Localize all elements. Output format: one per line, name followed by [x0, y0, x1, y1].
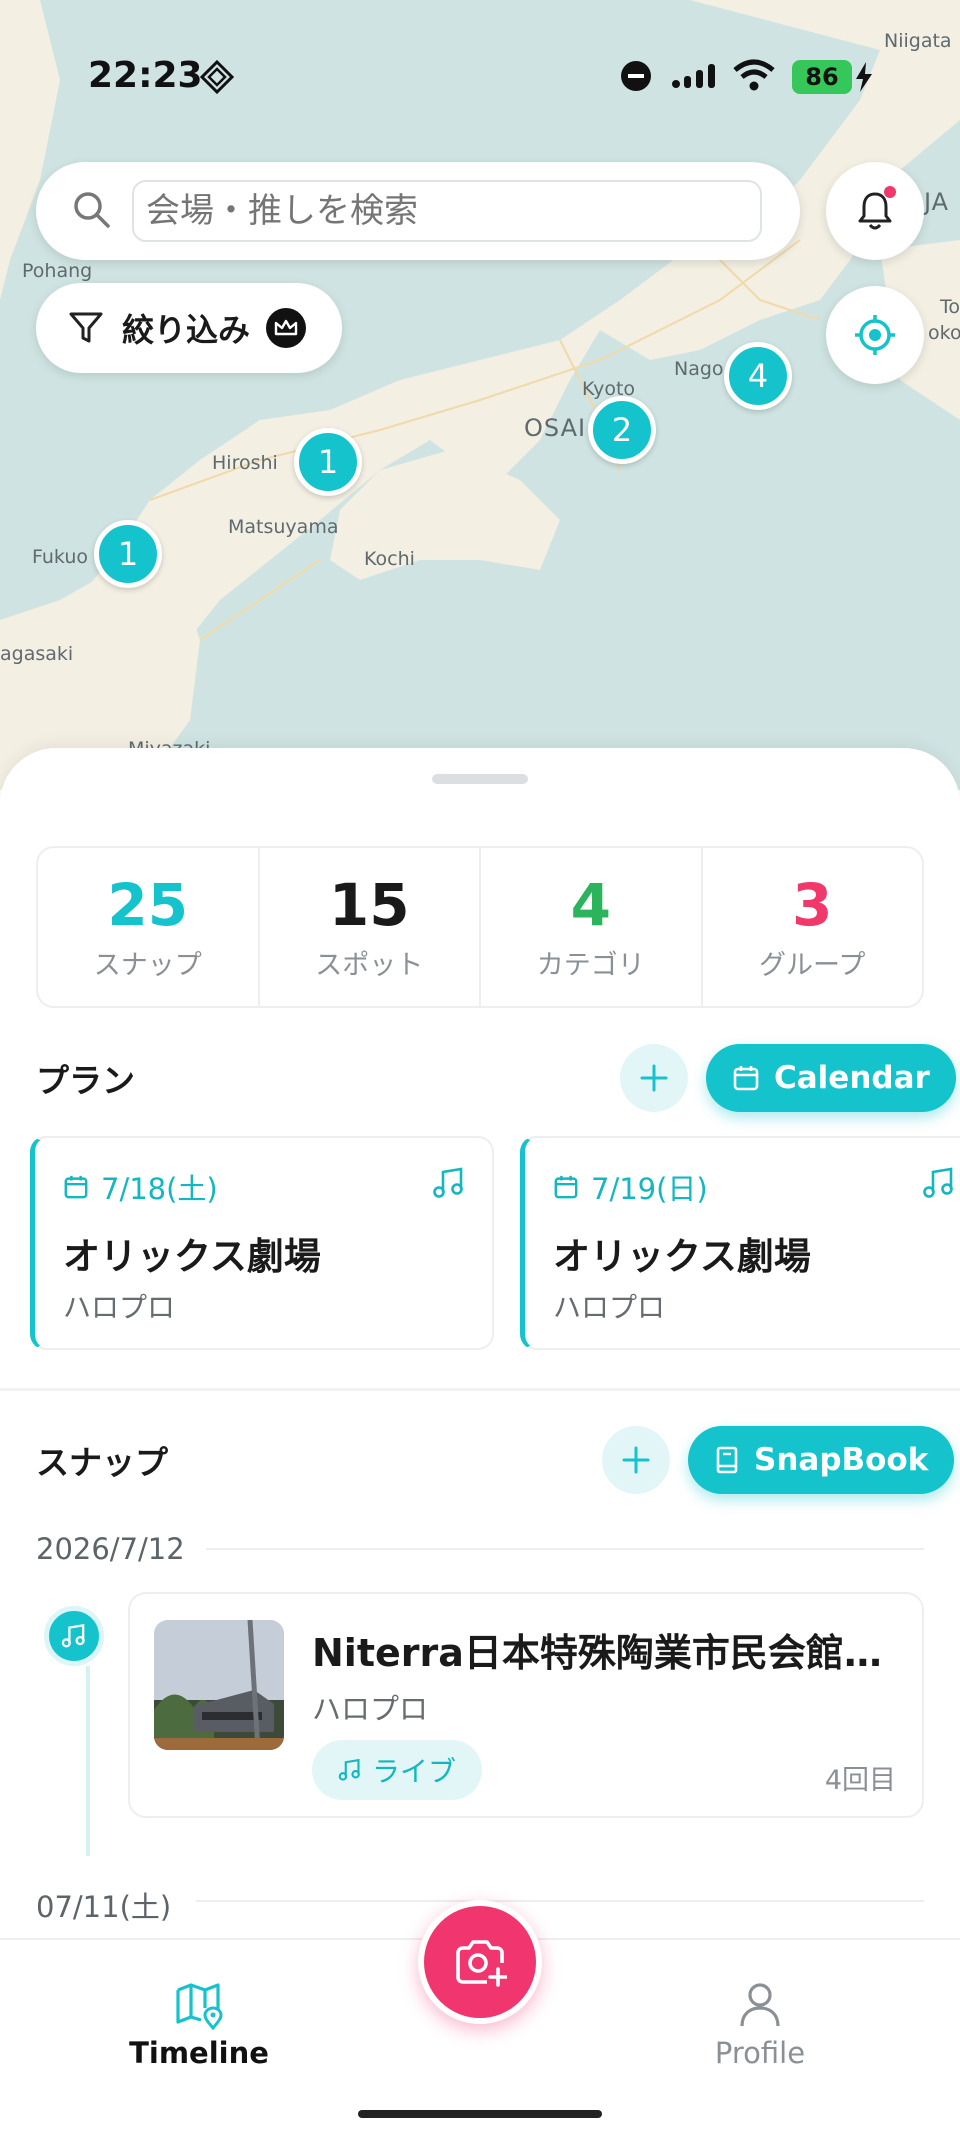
- map-label: Hiroshi: [212, 452, 278, 474]
- add-snap-camera-button[interactable]: [418, 1900, 542, 2024]
- calendar-button[interactable]: Calendar: [706, 1044, 956, 1112]
- battery-indicator: 86: [792, 60, 852, 94]
- snap-card[interactable]: Niterra日本特殊陶業市民会館… ハロプロ ライブ 4回目: [128, 1592, 924, 1818]
- plan-venue: オリックス劇場: [553, 1235, 811, 1278]
- music-icon: [923, 1167, 953, 1198]
- filter-icon: [69, 312, 103, 343]
- snap-date-header: 2026/7/12: [36, 1532, 185, 1566]
- snap-title: Niterra日本特殊陶業市民会館…: [312, 1631, 882, 1675]
- plan-date-text: 7/19(日): [591, 1172, 708, 1206]
- home-indicator: [358, 2110, 602, 2118]
- cellular-signal-icon: [672, 64, 715, 88]
- snaps-section-title: スナップ: [36, 1443, 168, 1482]
- person-icon: [740, 1983, 780, 2027]
- tab-profile-label: Profile: [714, 2036, 806, 2070]
- notification-badge: [884, 186, 896, 198]
- plans-section-title: プラン: [36, 1061, 135, 1100]
- stat-label: カテゴリ: [536, 949, 645, 981]
- timeline-marker: [44, 1606, 104, 1666]
- stat-value: 3: [792, 870, 833, 939]
- plus-icon: [640, 1064, 668, 1092]
- crown-icon: [266, 308, 307, 348]
- stat-value: 15: [328, 870, 410, 939]
- add-snap-button[interactable]: [602, 1426, 670, 1494]
- map-cluster-marker[interactable]: 1: [294, 428, 362, 496]
- stat-categories[interactable]: 4 カテゴリ: [481, 848, 703, 1006]
- plan-date: 7/19(日): [553, 1166, 708, 1208]
- plan-artist: ハロプロ: [63, 1291, 176, 1324]
- stat-label: スナップ: [93, 949, 202, 981]
- stat-groups[interactable]: 3 グループ: [703, 848, 923, 1006]
- search-bar: [36, 162, 800, 260]
- filter-button[interactable]: 絞り込み: [36, 283, 342, 373]
- map-label: okol: [928, 322, 960, 344]
- sheet-grabber[interactable]: [432, 774, 528, 784]
- map-cluster-marker[interactable]: 1: [94, 520, 162, 588]
- stat-spots[interactable]: 15 スポット: [260, 848, 481, 1006]
- add-plan-button[interactable]: [620, 1044, 688, 1112]
- search-input[interactable]: [132, 180, 762, 242]
- date-header-rule: [206, 1548, 924, 1550]
- snap-tag-label: ライブ: [372, 1755, 457, 1788]
- plan-date-text: 7/18(土): [101, 1172, 218, 1206]
- map-label: Fukuo: [32, 546, 89, 568]
- snapbook-button-label: SnapBook: [754, 1442, 929, 1478]
- search-icon: [74, 192, 110, 228]
- snap-date-header: 07/11(土): [36, 1890, 172, 1924]
- status-bar: 22:23 86: [0, 0, 960, 150]
- stat-label: グループ: [759, 949, 866, 981]
- music-icon: [433, 1167, 463, 1198]
- calendar-icon: [733, 1066, 759, 1091]
- section-divider: [0, 1388, 960, 1391]
- camera-add-icon: [456, 1940, 507, 1987]
- locate-icon: [855, 315, 895, 355]
- map-cluster-marker[interactable]: 4: [724, 342, 792, 410]
- calendar-icon: [64, 1175, 88, 1199]
- plus-icon: [622, 1446, 650, 1474]
- map-label: OSAI: [524, 414, 587, 442]
- status-time: 22:23: [88, 55, 203, 96]
- music-icon: [338, 1758, 360, 1781]
- snap-thumbnail: [154, 1620, 284, 1750]
- calendar-button-label: Calendar: [774, 1060, 930, 1096]
- map-label: Matsuyama: [228, 516, 339, 538]
- tab-timeline-label: Timeline: [129, 2036, 269, 2070]
- do-not-disturb-icon: [621, 61, 651, 91]
- charging-bolt-icon: [856, 62, 872, 92]
- tracking-icon: [200, 60, 234, 94]
- music-icon: [61, 1623, 85, 1648]
- plan-card[interactable]: 7/18(土) オリックス劇場 ハロプロ: [30, 1136, 494, 1350]
- locate-me-button[interactable]: [826, 286, 924, 384]
- plan-card[interactable]: 7/19(日) オリックス劇場 ハロプロ: [520, 1136, 960, 1350]
- plan-venue: オリックス劇場: [63, 1235, 321, 1278]
- timeline-line: [86, 1666, 90, 1856]
- map-cluster-marker[interactable]: 2: [588, 396, 656, 464]
- notifications-button[interactable]: [826, 162, 924, 260]
- stat-value: 25: [107, 870, 189, 939]
- snapbook-button[interactable]: SnapBook: [688, 1426, 955, 1494]
- filter-label: 絞り込み: [122, 311, 251, 349]
- map-label: agasaki: [0, 643, 74, 665]
- snap-category-tag[interactable]: ライブ: [312, 1740, 483, 1800]
- wifi-icon: [733, 59, 775, 91]
- map-label: Kochi: [364, 548, 415, 570]
- map-label: To: [940, 296, 960, 318]
- snap-artist: ハロプロ: [312, 1692, 429, 1726]
- stat-label: スポット: [315, 949, 424, 981]
- stat-snaps[interactable]: 25 スナップ: [38, 848, 260, 1006]
- tab-timeline[interactable]: Timeline: [99, 1980, 299, 2070]
- tab-profile[interactable]: Profile: [660, 1980, 860, 2070]
- snap-visit-count: 4回目: [824, 1765, 896, 1796]
- stat-value: 4: [570, 870, 611, 939]
- map-icon: [176, 1983, 223, 2030]
- map-label: Nago: [674, 358, 724, 380]
- map-label: JA: [924, 188, 950, 216]
- map-label: Pohang: [22, 260, 93, 282]
- book-icon: [716, 1446, 738, 1474]
- stats-summary: 25 スナップ 15 スポット 4 カテゴリ 3 グループ: [36, 846, 924, 1008]
- calendar-icon: [554, 1175, 578, 1199]
- date-header-rule: [196, 1900, 924, 1902]
- plan-date: 7/18(土): [63, 1166, 218, 1208]
- plan-artist: ハロプロ: [553, 1291, 666, 1324]
